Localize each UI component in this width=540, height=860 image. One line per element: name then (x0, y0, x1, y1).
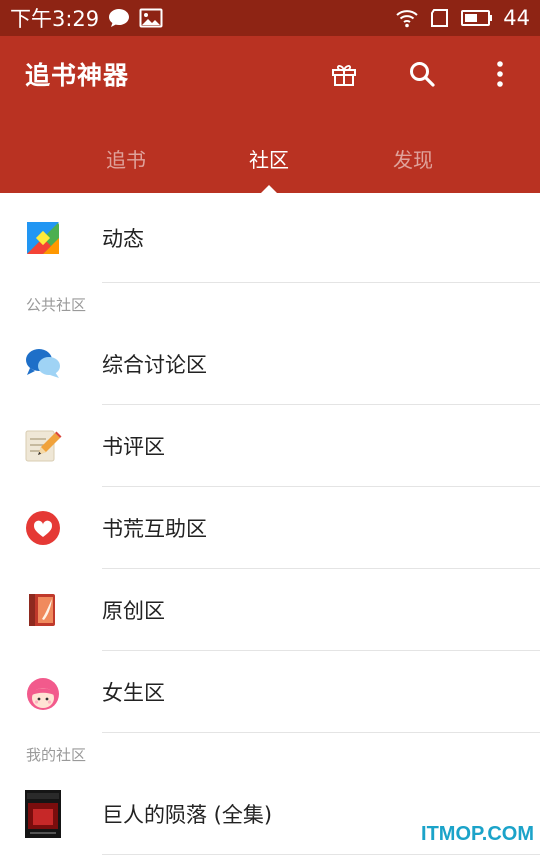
app-title: 追书神器 (25, 61, 130, 90)
status-time: 下午3:29 (10, 7, 100, 31)
review-pencil-icon (24, 427, 62, 465)
section-header-public: 公共社区 (0, 283, 540, 323)
list-item-girls[interactable]: 女生区 (0, 651, 540, 733)
section-title: 我的社区 (26, 746, 87, 764)
list-item-book-review[interactable]: 书评区 (0, 405, 540, 487)
list-item-general-discussion[interactable]: 综合讨论区 (0, 323, 540, 405)
original-book-icon (24, 591, 62, 629)
list-item-label: 动态 (102, 227, 144, 251)
tab-faxian[interactable]: 发现 (393, 144, 433, 173)
more-options-button[interactable] (482, 58, 518, 94)
wifi-icon (395, 8, 419, 28)
tab-indicator (261, 185, 277, 193)
gift-button[interactable] (326, 58, 362, 94)
section-title: 公共社区 (26, 296, 87, 314)
battery-level: 44 (503, 6, 530, 30)
list-item-original[interactable]: 原创区 (0, 569, 540, 651)
app-bar: 追书神器 追书 社区 发现 (0, 36, 540, 193)
list-item-label: 综合讨论区 (102, 353, 207, 377)
list-item-label: 原创区 (102, 599, 165, 623)
tab-zhuishu[interactable]: 追书 (106, 144, 146, 173)
image-icon (139, 8, 163, 28)
search-icon (408, 60, 436, 92)
tab-shequ[interactable]: 社区 (249, 144, 289, 173)
girl-face-icon (24, 673, 62, 711)
feed-tiles-icon (24, 219, 62, 257)
list-item-label: 巨人的陨落 (全集) (102, 803, 273, 827)
list-item-book-help[interactable]: 书荒互助区 (0, 487, 540, 569)
battery-icon (461, 9, 493, 27)
discussion-bubbles-icon (24, 345, 62, 383)
book-cover-icon (24, 789, 62, 839)
section-header-mine: 我的社区 (0, 733, 540, 773)
list-item-label: 书荒互助区 (102, 517, 207, 541)
list-item-label: 女生区 (102, 681, 165, 705)
gift-icon (331, 61, 357, 91)
sim-icon (429, 8, 451, 28)
tab-bar: 追书 社区 发现 (0, 136, 540, 193)
more-vert-icon (496, 60, 504, 92)
divider (102, 854, 540, 855)
chat-bubble-icon (107, 7, 131, 29)
watermark: ITMOP.COM (421, 823, 534, 845)
search-button[interactable] (404, 58, 440, 94)
heart-icon (24, 509, 62, 547)
list-item-label: 书评区 (102, 435, 165, 459)
community-list: 动态 公共社区 综合讨论区 书评区 书荒互助区 原创区 女生区 我的社区 巨人的… (0, 193, 540, 855)
list-item-feed[interactable]: 动态 (0, 193, 540, 283)
status-bar: 下午3:29 44 (0, 0, 540, 36)
